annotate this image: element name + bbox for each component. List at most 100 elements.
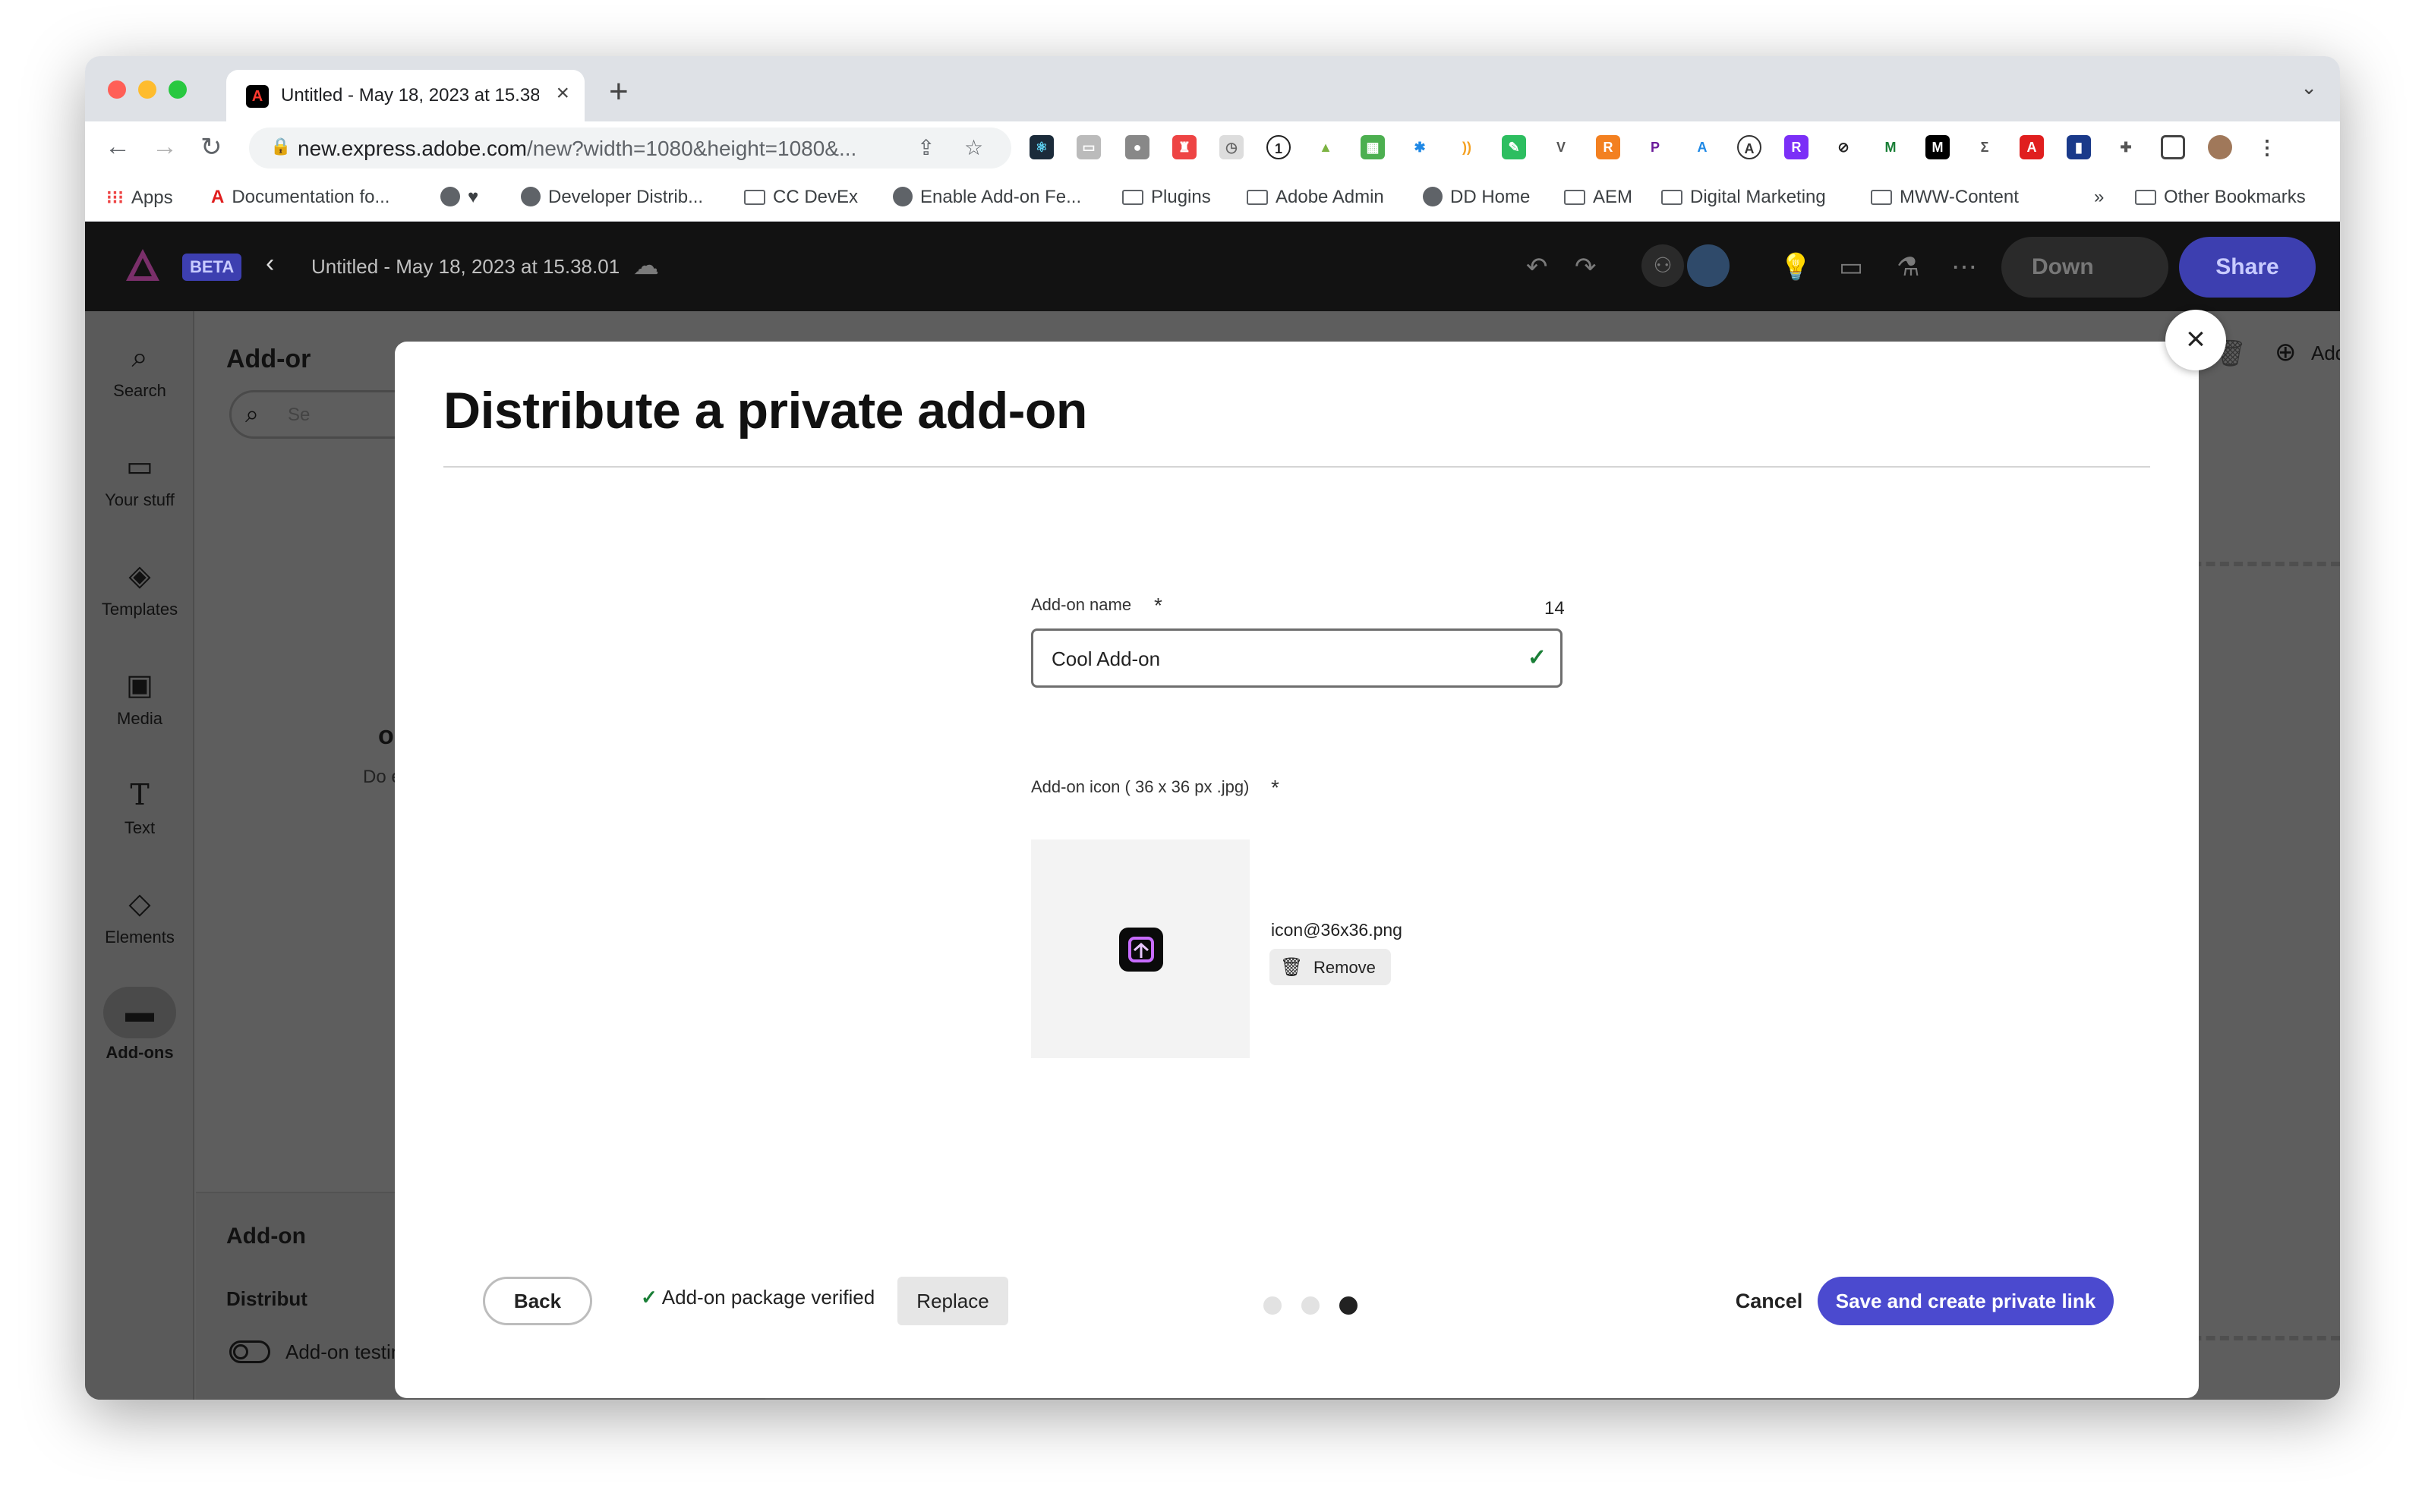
undo-icon[interactable]: ↶ [1526,252,1548,282]
back-arrow-icon[interactable]: ← [105,132,131,162]
add-page-label[interactable]: Add [2311,342,2340,365]
share-page-icon[interactable]: ⇪ [917,135,935,160]
rail-item-add-ons[interactable]: ▬ Add-ons [85,987,194,1063]
bookmark-mww-content[interactable]: MWW-Content [1871,187,2019,208]
add-circle-icon[interactable]: ⊕ [2275,337,2297,367]
bookmark-aem[interactable]: AEM [1564,187,1632,208]
remove-icon-button[interactable]: 🗑 Remove [1269,949,1391,985]
timer-extension-icon[interactable]: ◷ [1219,135,1244,159]
bookmark-plugins[interactable]: Plugins [1122,187,1211,208]
close-window-button[interactable] [108,80,126,99]
minimize-window-button[interactable] [138,80,156,99]
more-options-icon[interactable]: ⋯ [1951,252,1977,282]
close-dialog-icon[interactable]: × [2165,310,2226,370]
url-path: /new?width=1080&height=1080&... [526,137,857,160]
globe-icon [440,187,460,206]
back-button[interactable]: Back [483,1277,592,1325]
address-bar[interactable]: 🔒 new.express.adobe.com/new?width=1080&h… [249,128,1011,169]
adobe-logo-icon: A [211,187,225,207]
lighthouse-extension-icon[interactable]: ♜ [1172,135,1197,159]
bookmark-documentation[interactable]: A Documentation fo... [211,187,389,208]
invite-user-icon[interactable]: ⚇ [1641,244,1684,287]
evernote-extension-icon[interactable]: ✎ [1502,135,1526,159]
extension-icon[interactable]: ▭ [1077,135,1101,159]
text-icon: T [130,778,150,811]
android-extension-icon[interactable]: ▲ [1313,135,1338,159]
save-create-link-button[interactable]: Save and create private link [1818,1277,2114,1325]
apps-grid-icon: ⁝⁝⁝ [106,187,124,208]
package-verified-status: ✓ Add-on package verified [641,1286,875,1309]
redo-icon[interactable]: ↷ [1575,252,1597,282]
kebab-menu-icon[interactable]: ⋮ [2255,135,2279,159]
bookmark-other-bookmarks[interactable]: Other Bookmarks [2135,187,2306,208]
bookmark-enable-addon[interactable]: Enable Add-on Fe... [893,187,1081,208]
rail-item-your-stuff[interactable]: ▭ Your stuff [85,448,194,510]
comment-icon[interactable]: ▭ [1839,252,1863,282]
back-chevron-icon[interactable]: ‹ [266,249,274,279]
sigma-extension-icon[interactable]: Σ [1972,135,1997,159]
download-button[interactable]: Down [2001,237,2168,298]
icon-preview [1031,839,1250,1058]
adobe-extension-icon[interactable]: A [2020,135,2044,159]
verified-text: Add-on package verified [661,1286,875,1309]
forward-arrow-icon[interactable]: → [152,132,178,162]
document-title[interactable]: Untitled - May 18, 2023 at 15.38.01 [311,255,620,279]
rail-item-search[interactable]: ⌕ Search [85,339,194,401]
m-green-extension-icon[interactable]: M [1878,135,1903,159]
profile-avatar[interactable] [2208,135,2232,159]
circle-a-extension-icon[interactable]: A [1737,135,1761,159]
replace-package-button[interactable]: Replace [897,1277,1008,1325]
lock-extension-icon[interactable]: ▮ [2067,135,2091,159]
orange-extension-icon[interactable]: R [1596,135,1620,159]
onepassword-extension-icon[interactable]: 1 [1266,135,1291,159]
reload-icon[interactable]: ↻ [200,132,222,162]
rail-item-text[interactable]: T Text [85,776,194,838]
tab-close-icon[interactable]: × [556,80,569,106]
medium-extension-icon[interactable]: M [1925,135,1950,159]
rss-extension-icon[interactable]: )) [1455,135,1479,159]
purple-r-extension-icon[interactable]: R [1784,135,1809,159]
bookmark-apps[interactable]: ⁝⁝⁝ Apps [106,187,173,209]
side-panel-icon[interactable] [2161,135,2185,159]
new-tab-button[interactable]: + [609,73,629,111]
p-extension-icon[interactable]: P [1643,135,1667,159]
cancel-button[interactable]: Cancel [1723,1277,1815,1325]
tab-search-chevron-icon[interactable]: ⌄ [2300,76,2317,99]
bookmark-digital-marketing[interactable]: Digital Marketing [1661,187,1826,208]
share-button[interactable]: Share [2179,237,2316,298]
rail-label: Elements [105,928,175,947]
react-devtools-extension-icon[interactable]: ⚛ [1030,135,1054,159]
flask-icon[interactable]: ⚗ [1897,252,1919,282]
browser-window: A Untitled - May 18, 2023 at 15.38.01 × … [85,56,2340,1400]
bookmark-dd-home[interactable]: DD Home [1423,187,1530,208]
lightbulb-icon[interactable]: 💡 [1780,252,1812,282]
sheets-extension-icon[interactable]: ▦ [1361,135,1385,159]
puzzle-extensions-icon[interactable]: ✚ [2114,135,2138,159]
a11y-extension-icon[interactable]: A [1690,135,1714,159]
search-placeholder: Se [288,405,311,425]
bookmark-developer-distrib[interactable]: Developer Distrib... [521,187,703,208]
vue-extension-icon[interactable]: V [1549,135,1573,159]
bookmarks-overflow-chevron[interactable]: » [2094,187,2104,208]
cloud-sync-icon: ☁ [633,251,659,280]
heart-icon: ♥ [468,187,479,207]
zoom-window-button[interactable] [169,80,187,99]
bookmark-star-icon[interactable]: ☆ [964,135,983,160]
addon-testing-toggle[interactable] [229,1340,270,1363]
bookmark-adobe-admin[interactable]: Adobe Admin [1247,187,1384,208]
addon-name-input[interactable]: Cool Add-on ✓ [1031,628,1563,688]
rail-item-media[interactable]: ▣ Media [85,666,194,729]
chat-extension-icon[interactable]: ● [1125,135,1149,159]
collaborator-avatar[interactable] [1687,244,1730,287]
bookmark-label: Adobe Admin [1276,187,1384,207]
browser-tab[interactable]: A Untitled - May 18, 2023 at 15.38.01 × [226,70,585,121]
left-rail: ⌕ Search ▭ Your stuff ◈ Templates ▣ Media TT… [85,311,194,1400]
folder-icon [1122,190,1143,205]
asterisk-extension-icon[interactable]: ✱ [1408,135,1432,159]
bookmark-cc-devex[interactable]: CC DevEx [744,187,858,208]
rail-item-elements[interactable]: ◇ Elements [85,885,194,947]
rail-label: Add-ons [106,1043,174,1062]
bookmark-globe-heart[interactable]: ♥ [440,187,478,208]
rail-item-templates[interactable]: ◈ Templates [85,557,194,619]
blocked-extension-icon[interactable]: ⊘ [1831,135,1856,159]
